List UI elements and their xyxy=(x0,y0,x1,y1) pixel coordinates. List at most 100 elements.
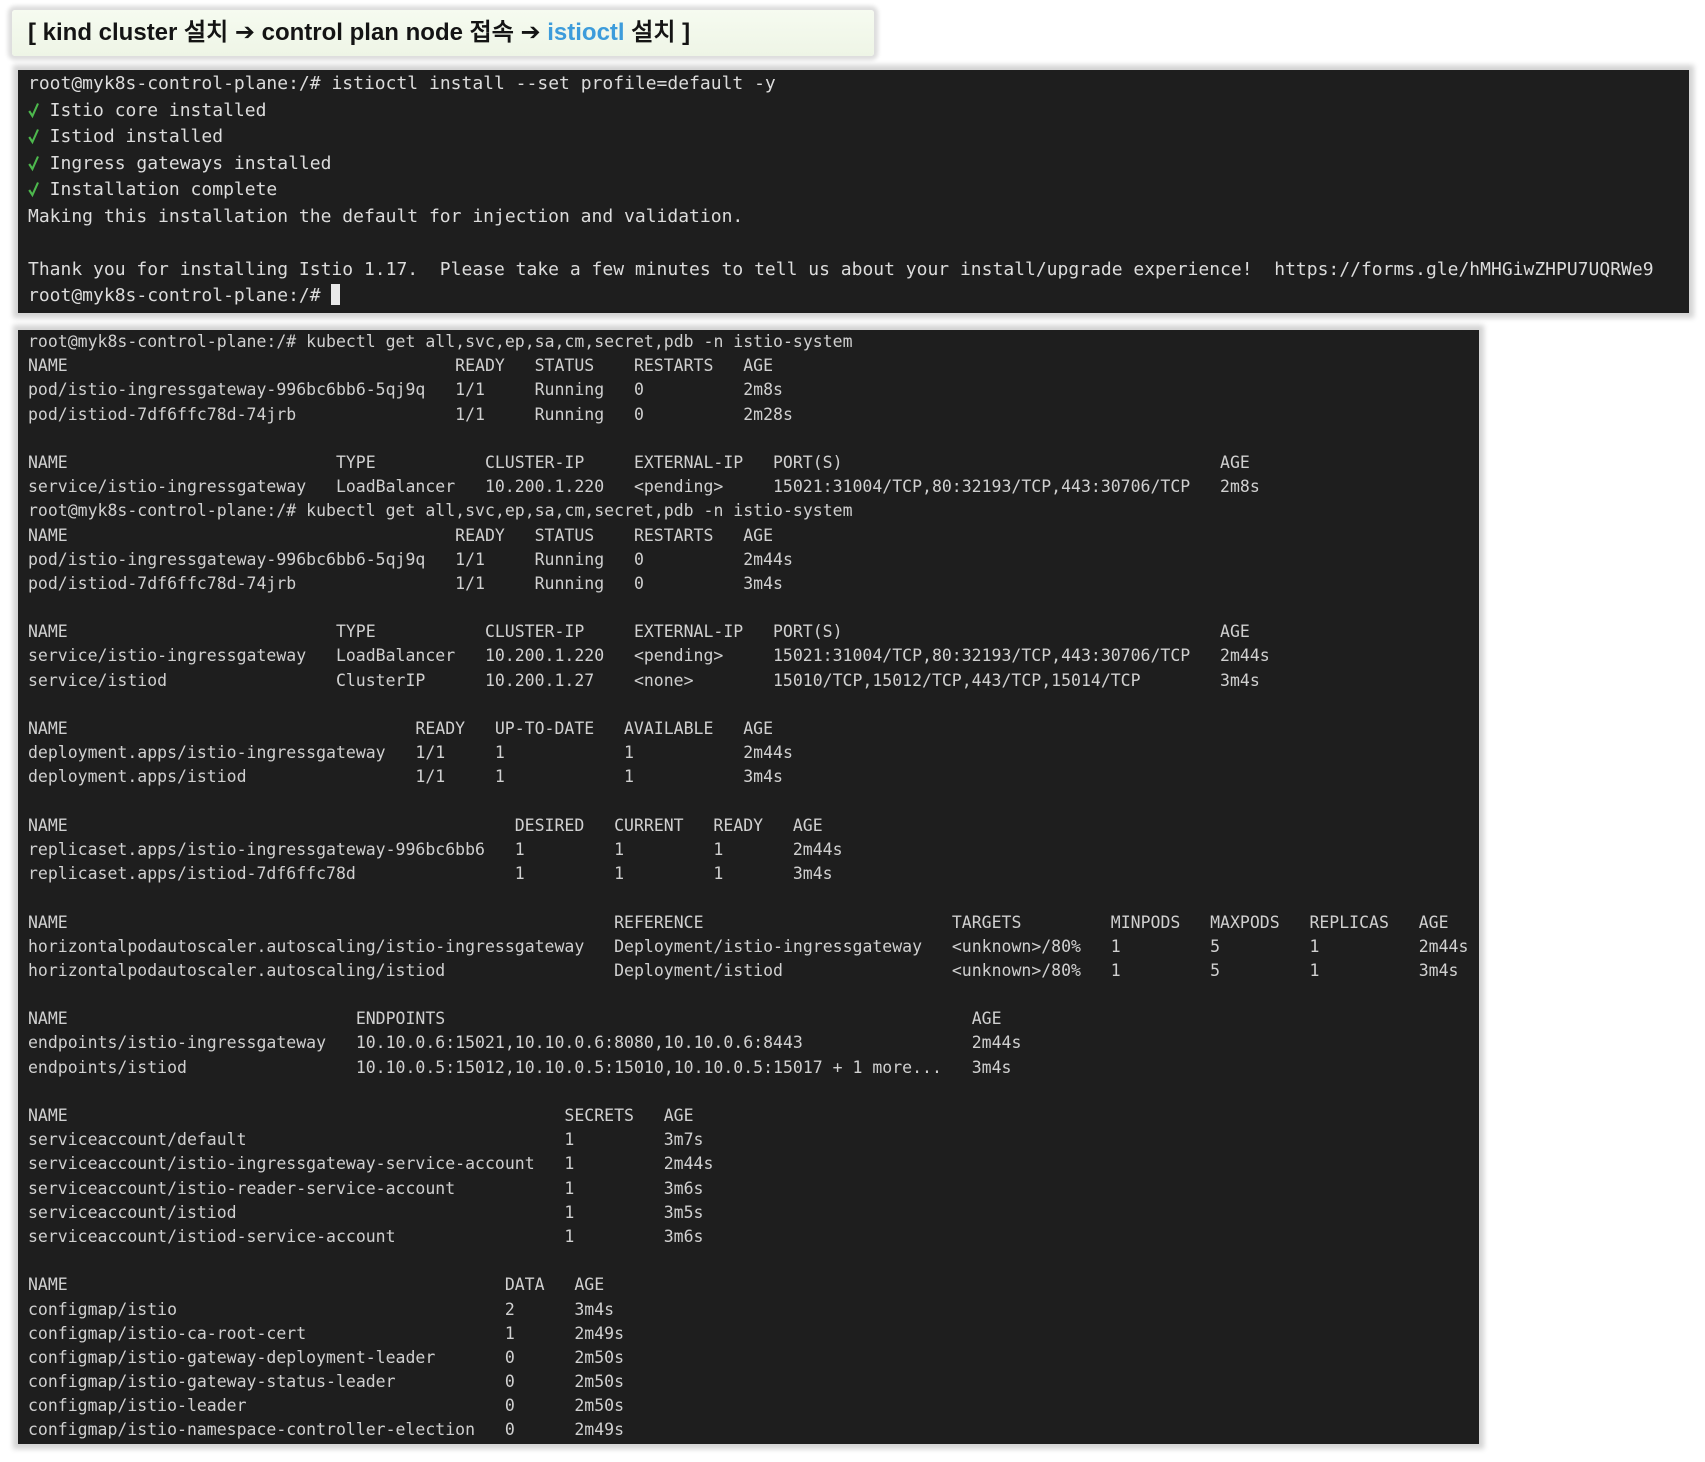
cell-name: pod/istio-ingressgateway-996bc6bb6-5qj9q xyxy=(28,380,426,400)
cell-age: 3m4s xyxy=(1220,670,1260,690)
cell-available: 1 xyxy=(624,743,634,763)
cell-ready: 1/1 xyxy=(455,380,485,400)
column-header-age: AGE xyxy=(663,1106,694,1125)
cell-name: configmap/istio xyxy=(28,1299,178,1319)
cell-ready: 1/1 xyxy=(455,549,485,569)
cell-age: 2m8s xyxy=(1220,477,1260,497)
column-header-endpoints: ENDPOINTS xyxy=(355,1009,446,1029)
column-header-desired: DESIRED xyxy=(514,815,585,835)
cell-name: serviceaccount/istiod xyxy=(28,1202,237,1222)
column-header-restarts: RESTARTS xyxy=(633,356,714,376)
cell-name: replicaset.apps/istiod-7df6ffc78d xyxy=(28,864,356,884)
column-header-name: NAME xyxy=(28,719,68,738)
cell-name: serviceaccount/default xyxy=(28,1130,247,1150)
output-line: Thank you for installing Istio 1.17. Ple… xyxy=(28,257,1689,284)
column-header-name: NAME xyxy=(28,1009,68,1029)
cell-port-s: 15021:31004/TCP,80:32193/TCP,443:30706/T… xyxy=(773,646,1191,666)
table-row: replicaset.apps/istiod-7df6ffc78d 1 1 1 3m4s xyxy=(28,862,1479,886)
table-header-row: NAME DATA AGE xyxy=(28,1273,1479,1297)
title-suffix: 설치 ] xyxy=(631,19,691,46)
table-row: configmap/istio-gateway-status-leader 0 2m… xyxy=(28,1370,1479,1394)
cell-up-to-date: 1 xyxy=(494,743,505,763)
cell-name: replicaset.apps/istio-ingressgateway-996… xyxy=(28,839,485,859)
resource-table: NAME READY UP-TO-DATE AVAILABLE AGE deploymen… xyxy=(28,717,1479,790)
cell-age: 2m8s xyxy=(743,380,783,400)
table-row: pod/istio-ingressgateway-996bc6bb6-5qj9q… xyxy=(28,378,1479,402)
cell-data: 0 xyxy=(504,1372,515,1392)
install-step-line: Installation complete xyxy=(28,177,1689,204)
cell-age: 2m28s xyxy=(743,404,793,424)
column-header-name: NAME xyxy=(28,525,68,545)
table-row: configmap/istio-gateway-deployment-leade… xyxy=(28,1346,1479,1370)
cell-external-ip: <pending> xyxy=(633,646,724,666)
table-row: replicaset.apps/istio-ingressgateway-996… xyxy=(28,838,1479,862)
cell-name: service/istio-ingressgateway xyxy=(28,477,307,497)
check-icon xyxy=(28,101,39,125)
cell-name: serviceaccount/istiod-service-account xyxy=(28,1226,396,1246)
cell-name: deployment.apps/istiod xyxy=(28,767,247,787)
cell-restarts: 0 xyxy=(633,380,644,400)
table-header-row: NAME TYPE CLUSTER-IP EXTERNAL-IP PORT(S) AGE xyxy=(28,620,1479,644)
cell-secrets: 1 xyxy=(564,1130,575,1150)
resource-table: NAME REFERENCE TARGETS MINPODS MAXPODS REPLIC… xyxy=(28,911,1479,984)
column-header-cluster-ip: CLUSTER-IP xyxy=(484,452,585,472)
install-step-line: Ingress gateways installed xyxy=(28,151,1689,178)
istioctl-install-terminal[interactable]: root@myk8s-control-plane:/# istioctl ins… xyxy=(18,70,1689,313)
column-header-name: NAME xyxy=(28,912,68,932)
command-line: root@myk8s-control-plane:/# istioctl ins… xyxy=(28,71,1689,98)
cell-name: endpoints/istiod xyxy=(28,1057,187,1077)
title-prefix: [ kind cluster 설치 ➔ control plan node 접속… xyxy=(28,19,541,46)
table-row: configmap/istio 2 3m4s xyxy=(28,1298,1479,1322)
command-line: root@myk8s-control-plane:/# xyxy=(28,283,1689,310)
column-header-type: TYPE xyxy=(335,452,376,472)
table-header-row: NAME READY STATUS RESTARTS AGE xyxy=(28,354,1479,378)
cell-name: configmap/istio-leader xyxy=(28,1396,247,1416)
cell-ready: 1/1 xyxy=(455,573,485,593)
column-header-port-s: PORT(S) xyxy=(773,452,843,472)
cell-port-s: 15021:31004/TCP,80:32193/TCP,443:30706/T… xyxy=(773,477,1191,497)
install-step-text: Ingress gateways installed xyxy=(49,152,332,174)
cell-name: pod/istio-ingressgateway-996bc6bb6-5qj9q xyxy=(28,549,426,569)
cell-restarts: 0 xyxy=(633,573,644,593)
cell-cluster-ip: 10.200.1.220 xyxy=(484,477,605,497)
cell-data: 1 xyxy=(504,1323,515,1343)
cell-available: 1 xyxy=(624,767,634,787)
column-header-age: AGE xyxy=(971,1009,1002,1029)
column-header-ready: READY xyxy=(415,719,466,738)
table-row: service/istio-ingressgateway LoadBalancer… xyxy=(28,644,1479,668)
cell-age: 3m4s xyxy=(574,1299,615,1319)
column-header-age: AGE xyxy=(1220,452,1250,472)
output-line: Making this installation the default for… xyxy=(28,204,1689,231)
resource-table: NAME DATA AGE configmap/istio 2 3m4s configmap… xyxy=(28,1273,1479,1442)
cell-endpoints: 10.10.0.5:15012,10.10.0.5:15010,10.10.0.… xyxy=(355,1057,942,1077)
cell-name: configmap/istio-ca-root-cert xyxy=(28,1323,307,1343)
cell-name: service/istio-ingressgateway xyxy=(28,646,307,666)
table-row: pod/istiod-7df6ffc78d-74jrb 1/1 Running 0 2m… xyxy=(28,403,1479,427)
cell-secrets: 1 xyxy=(564,1178,575,1198)
column-header-replicas: REPLICAS xyxy=(1309,912,1389,932)
column-header-age: AGE xyxy=(1418,912,1449,932)
table-row: serviceaccount/istio-ingressgateway-serv… xyxy=(28,1152,1479,1176)
column-header-targets: TARGETS xyxy=(951,912,1022,932)
cell-up-to-date: 1 xyxy=(494,767,505,787)
table-row: serviceaccount/istiod-service-account 1 3m… xyxy=(28,1225,1479,1249)
cell-age: 3m7s xyxy=(663,1130,704,1150)
column-header-age: AGE xyxy=(574,1275,605,1295)
cell-desired: 1 xyxy=(514,864,525,884)
column-header-data: DATA xyxy=(504,1275,545,1295)
cell-name: configmap/istio-namespace-controller-ele… xyxy=(28,1420,476,1440)
cell-maxpods: 5 xyxy=(1210,936,1221,956)
table-row: configmap/istio-ca-root-cert 1 2m49s xyxy=(28,1322,1479,1346)
table-header-row: NAME ENDPOINTS AGE xyxy=(28,1007,1479,1031)
table-row: deployment.apps/istio-ingressgateway 1/1 1… xyxy=(28,741,1479,765)
resource-table: NAME READY STATUS RESTARTS AGE pod/istio-ingr… xyxy=(28,524,1479,597)
kubectl-output-terminal[interactable]: root@myk8s-control-plane:/# kubectl get … xyxy=(18,330,1479,1444)
column-header-name: NAME xyxy=(28,1275,68,1295)
column-header-age: AGE xyxy=(743,719,774,738)
